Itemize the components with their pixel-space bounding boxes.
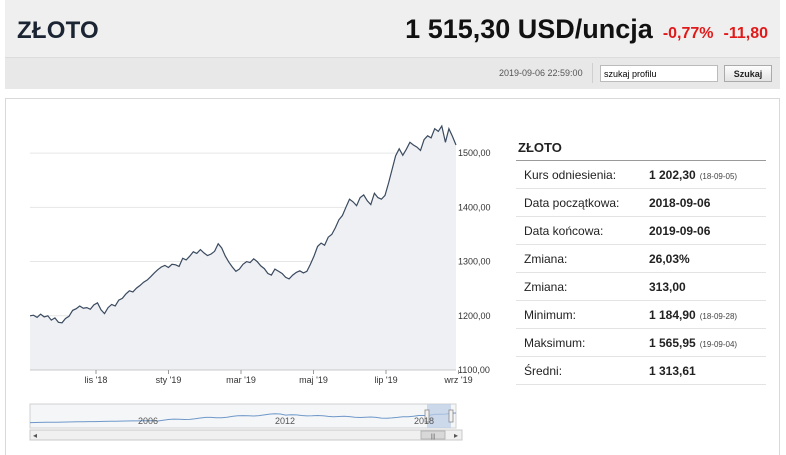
- stats-row: Średni: 1 313,61: [516, 357, 766, 385]
- scroll-left-icon: ◂: [33, 431, 37, 440]
- stats-value: 1 565,95 (19-09-04): [649, 336, 737, 350]
- stats-value: 2018-09-06: [649, 196, 710, 210]
- stats-row: Zmiana: 26,03%: [516, 245, 766, 273]
- stats-value-text: 1 202,30: [649, 167, 696, 182]
- x-tick-label: mar '19: [226, 375, 256, 385]
- stats-value-text: 1 313,61: [649, 363, 696, 378]
- stats-value: 26,03%: [649, 252, 690, 266]
- stats-label: Minimum:: [524, 307, 577, 322]
- x-tick-label: maj '19: [299, 375, 328, 385]
- y-tick-label: 1100,00: [458, 365, 490, 375]
- scroll-right-icon: ▸: [454, 431, 458, 440]
- stats-date: (19-09-04): [699, 339, 738, 349]
- stats-value-text: 2018-09-06: [649, 195, 711, 210]
- stats-value-text: 313,00: [649, 279, 686, 294]
- stats-label: Data początkowa:: [524, 195, 620, 210]
- stats-value: 1 184,90 (18-09-28): [649, 308, 737, 322]
- stats-row: Kurs odniesienia: 1 202,30 (18-09-05): [516, 161, 766, 189]
- stats-value-text: 1 184,90: [649, 307, 696, 322]
- stats-row: Data końcowa: 2019-09-06: [516, 217, 766, 245]
- stats-row: Maksimum: 1 565,95 (19-09-04): [516, 329, 766, 357]
- y-tick-label: 1300,00: [458, 257, 491, 267]
- y-tick-label: 1200,00: [458, 311, 491, 321]
- stats-label: Średni:: [524, 363, 563, 378]
- stats-table: ZŁOTO Kurs odniesienia: 1 202,30 (18-09-0…: [516, 134, 766, 385]
- navigator-tick-label: 2018: [414, 416, 434, 426]
- stats-value: 313,00: [649, 280, 686, 294]
- x-tick-label: sty '19: [156, 375, 182, 385]
- stats-value: 1 202,30 (18-09-05): [649, 168, 737, 182]
- stats-date: (18-09-28): [699, 311, 738, 321]
- stats-value-text: 26,03%: [649, 251, 690, 266]
- stats-value-text: 1 565,95: [649, 335, 696, 350]
- stats-label: Zmiana:: [524, 279, 568, 294]
- stats-label: Data końcowa:: [524, 223, 604, 238]
- stats-date: (18-09-05): [699, 171, 738, 181]
- stats-label: Maksimum:: [524, 335, 586, 350]
- scrollbar-grip-icon: |||: [431, 434, 436, 440]
- y-tick-label: 1400,00: [458, 202, 491, 212]
- stats-value: 2019-09-06: [649, 224, 710, 238]
- scrollbar-track[interactable]: [29, 429, 463, 441]
- stats-value-text: 2019-09-06: [649, 223, 711, 238]
- x-tick-label: lis '18: [85, 375, 108, 385]
- x-tick-label: lip '19: [374, 375, 397, 385]
- stats-row: Data początkowa: 2018-09-06: [516, 189, 766, 217]
- stats-value: 1 313,61: [649, 364, 696, 378]
- stats-label: Kurs odniesienia:: [524, 167, 617, 182]
- navigator-tick-label: 2012: [275, 416, 295, 426]
- stats-label: Zmiana:: [524, 251, 568, 266]
- stats-row: Zmiana: 313,00: [516, 273, 766, 301]
- x-tick-label: wrz '19: [443, 375, 472, 385]
- navigator-tick-label: 2006: [138, 416, 158, 426]
- navigator-handle-right[interactable]: [448, 409, 454, 423]
- stats-title: ZŁOTO: [516, 134, 766, 161]
- y-tick-label: 1500,00: [458, 148, 491, 158]
- stats-row: Minimum: 1 184,90 (18-09-28): [516, 301, 766, 329]
